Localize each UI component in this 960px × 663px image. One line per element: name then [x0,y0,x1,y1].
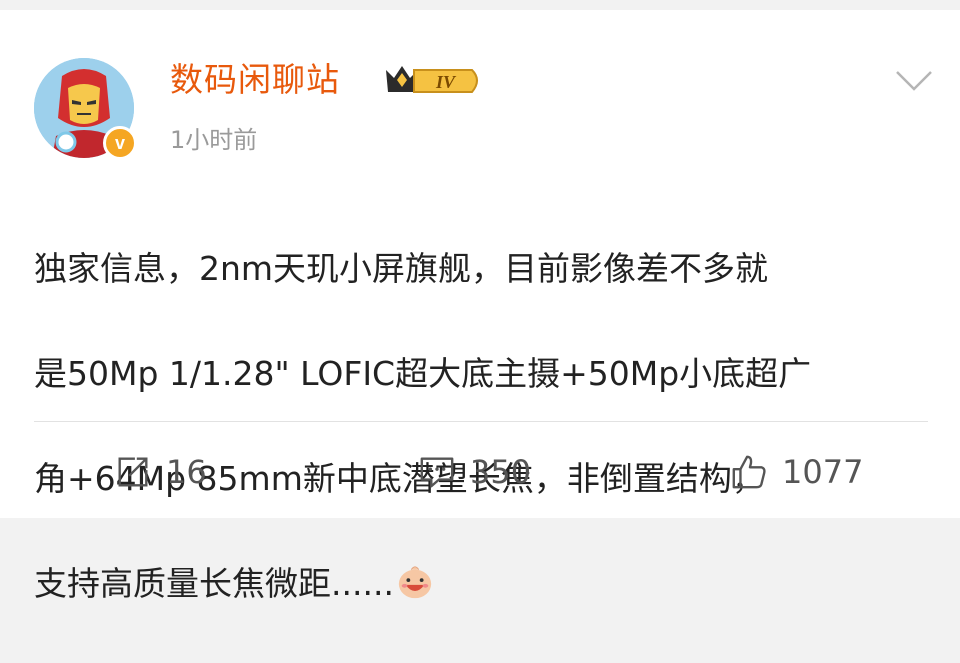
level-text: IV [435,72,457,92]
thumbs-up-icon [732,455,766,489]
share-button[interactable]: 16 [114,448,207,496]
crown-level-icon: IV [386,66,478,93]
comment-button[interactable]: 350 [418,448,531,496]
like-button[interactable]: 1077 [730,448,863,496]
chevron-down-icon[interactable] [894,68,934,94]
content-line: 支持高质量长焦微距...... [34,563,394,603]
comment-count: 350 [470,453,532,491]
divider [34,421,928,422]
content-line: 是50Mp 1/1.28" LOFIC超大底主摄+50Mp小底超广 [34,353,812,393]
like-count: 1077 [782,453,864,491]
post-time: 1小时前 [170,126,258,154]
share-icon [118,457,148,487]
content-line-last: 支持高质量长焦微距...... [34,558,934,611]
comment-icon [420,457,454,488]
level-badge[interactable]: IV [384,62,484,98]
share-count: 16 [166,453,207,491]
username[interactable]: 数码闲聊站 [170,58,340,102]
weibo-post-card: v 数码闲聊站 IV 1小时前 独家信息，2nm天玑小屏旗舰，目前影像差不多就 … [0,10,960,603]
grinning-face-emoji-icon [398,565,432,598]
post-content: 独家信息，2nm天玑小屏旗舰，目前影像差不多就 是50Mp 1/1.28" LO… [34,190,934,663]
content-line: 独家信息，2nm天玑小屏旗舰，目前影像差不多就 [34,248,769,288]
verified-badge: v [103,126,137,160]
